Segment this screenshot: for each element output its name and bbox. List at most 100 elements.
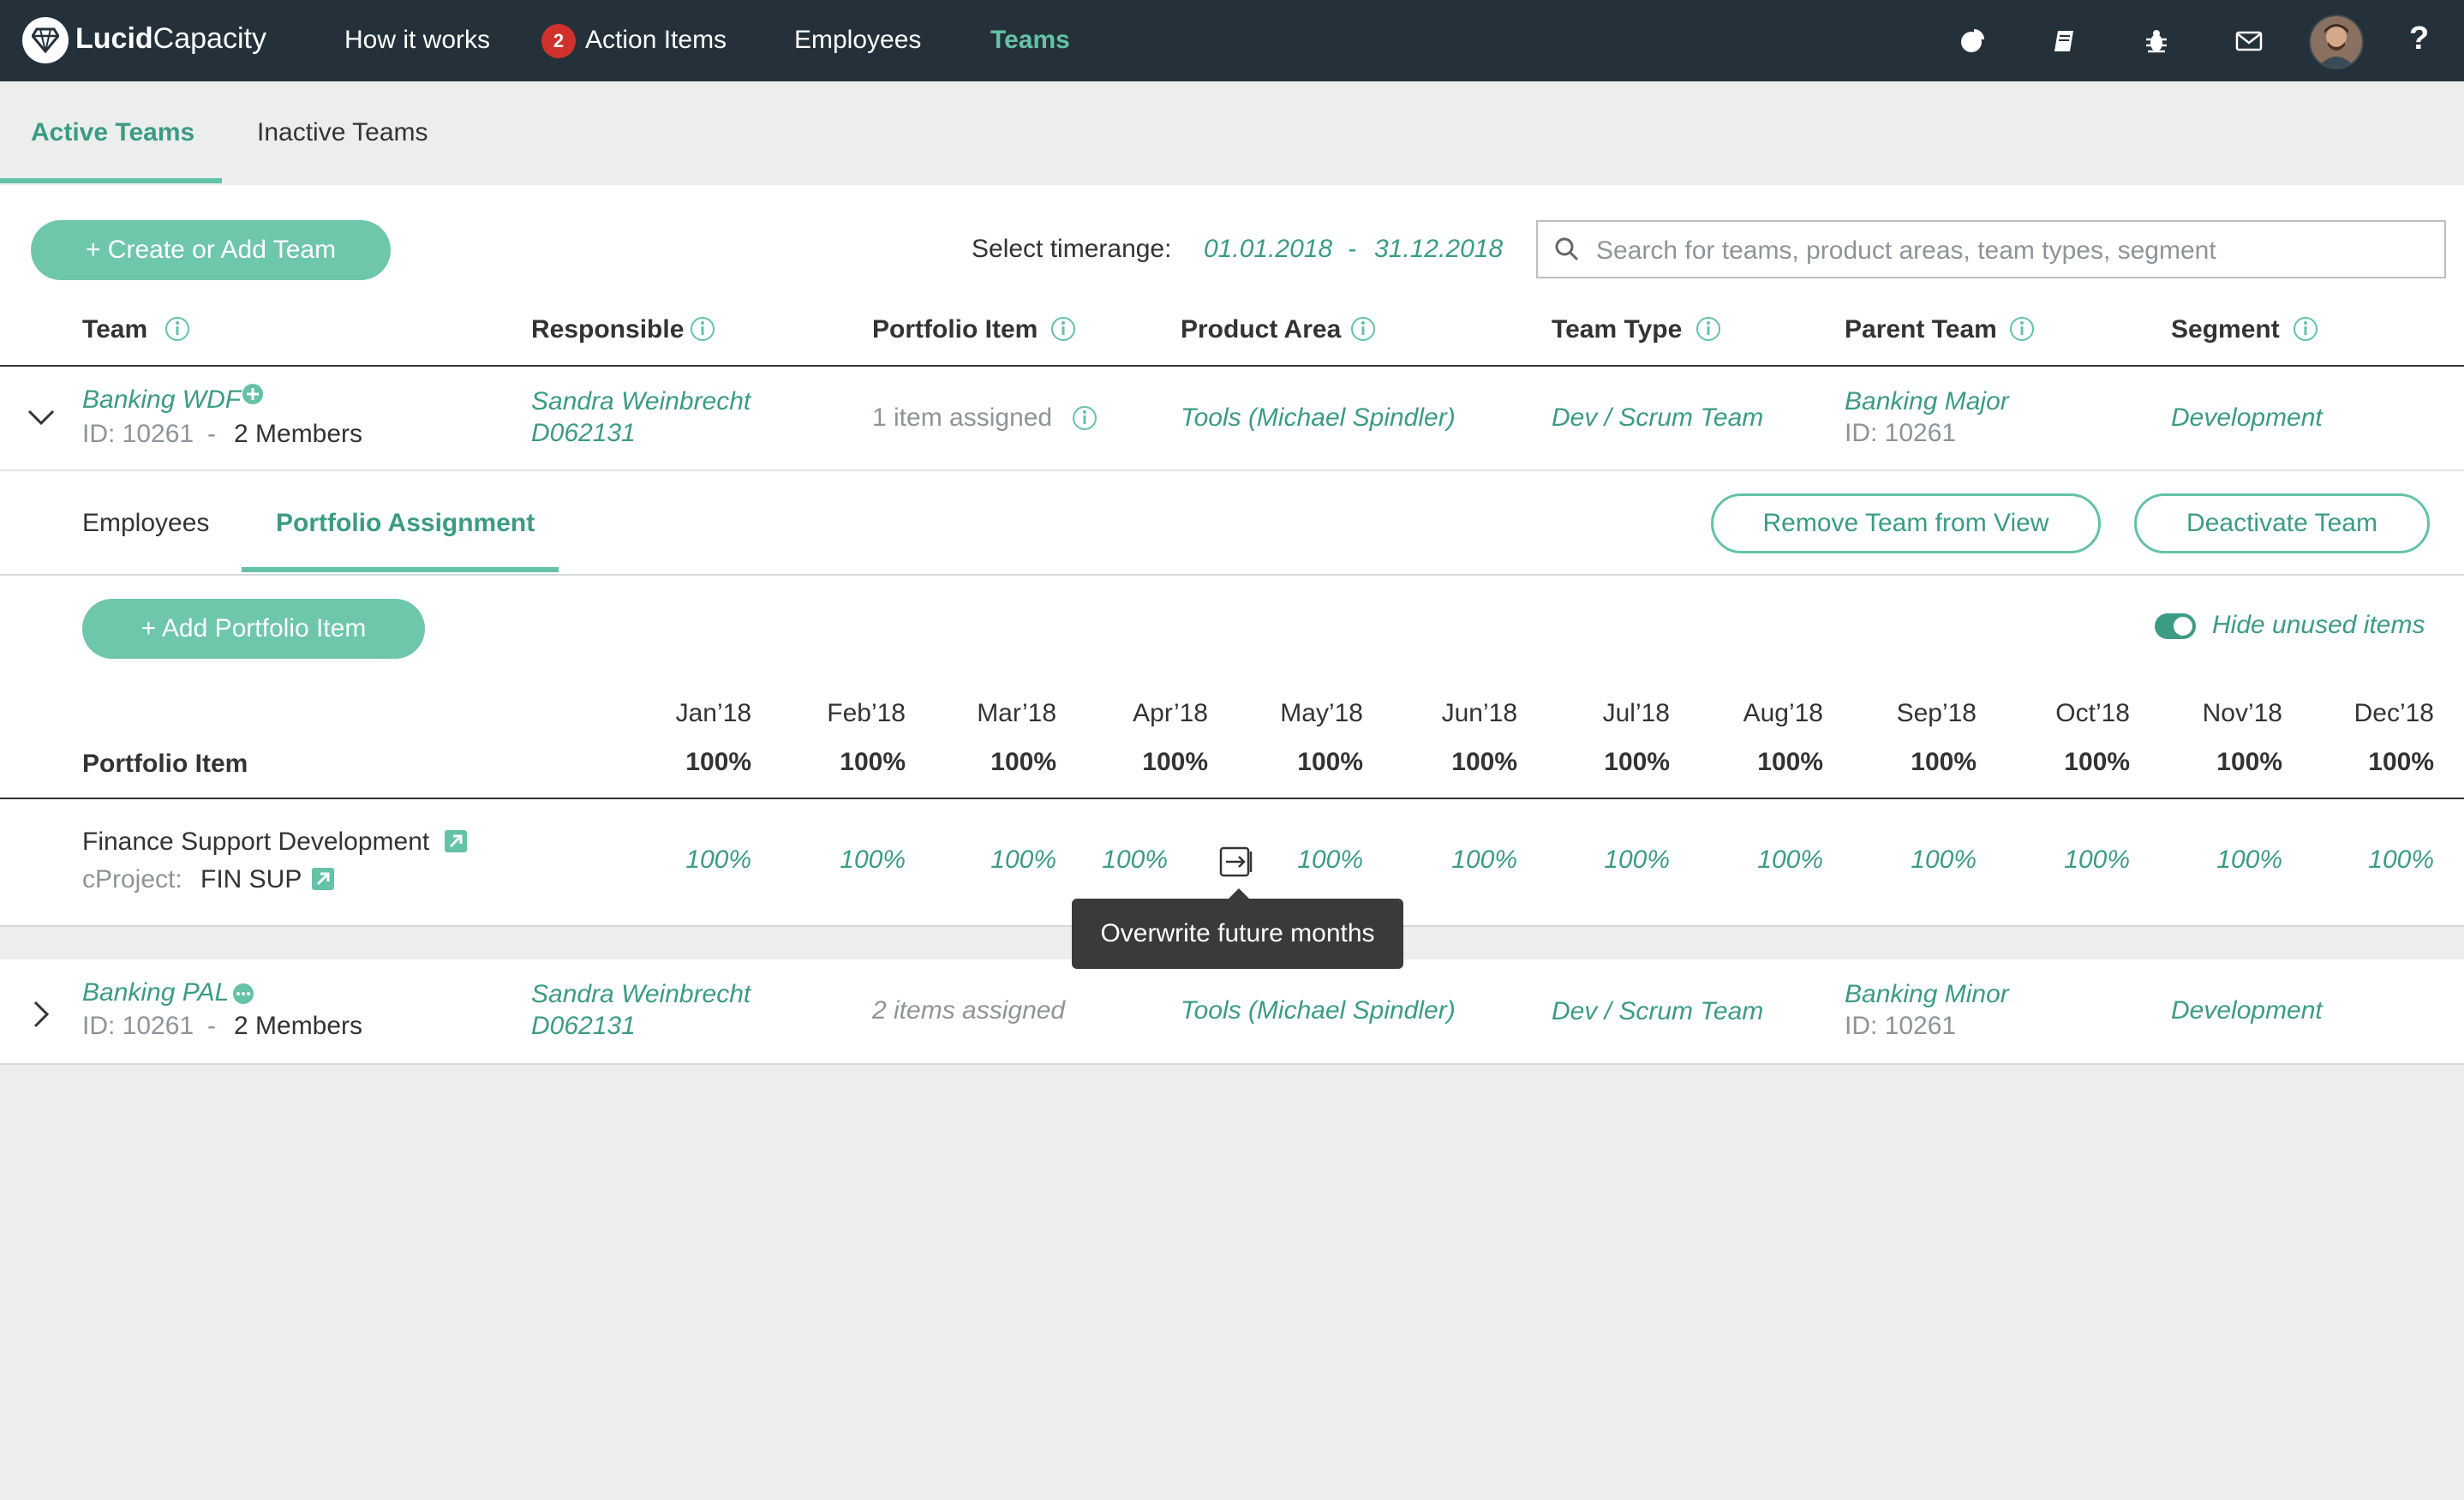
timerange-from[interactable]: 01.01.2018 bbox=[1204, 235, 1332, 264]
segment[interactable]: Development bbox=[2171, 403, 2323, 433]
info-icon[interactable] bbox=[164, 316, 190, 342]
search-input[interactable]: Search for teams, product areas, team ty… bbox=[1536, 220, 2446, 278]
month-total: 100% bbox=[1911, 748, 1977, 776]
team-type[interactable]: Dev / Scrum Team bbox=[1552, 997, 1763, 1026]
allocation-cell[interactable]: 100% bbox=[1252, 846, 1363, 875]
product-area[interactable]: Tools (Michael Spindler) bbox=[1181, 996, 1456, 1025]
month-total: 100% bbox=[1604, 748, 1670, 776]
tab-employees[interactable]: Employees bbox=[82, 509, 209, 538]
parent-team-id: ID: 10261 bbox=[1845, 1012, 1957, 1040]
overwrite-future-icon[interactable] bbox=[1218, 845, 1254, 879]
deactivate-team-button[interactable]: Deactivate Team bbox=[2134, 493, 2430, 553]
col-team[interactable]: Team bbox=[82, 315, 147, 344]
tab-inactive-teams[interactable]: Inactive Teams bbox=[257, 118, 428, 147]
allocation-cell[interactable]: 100% bbox=[1558, 846, 1670, 875]
help-icon[interactable]: ? bbox=[2409, 21, 2429, 57]
month-header: Sep’18 bbox=[1896, 699, 1977, 727]
create-team-button[interactable]: + Create or Add Team bbox=[31, 220, 391, 280]
nav-teams[interactable]: Teams bbox=[990, 26, 1070, 55]
month-header: Jul’18 bbox=[1602, 699, 1670, 727]
team-members: 2 Members bbox=[234, 1012, 363, 1040]
brand-name[interactable]: LucidCapacity bbox=[75, 22, 266, 56]
mail-icon[interactable] bbox=[2232, 24, 2266, 58]
month-total: 100% bbox=[2368, 748, 2434, 776]
allocation-cell[interactable]: 100% bbox=[1712, 846, 1823, 875]
team-name[interactable]: Banking PAL bbox=[82, 978, 229, 1007]
row-divider bbox=[0, 1063, 2464, 1065]
pie-chart-icon[interactable] bbox=[1955, 24, 1989, 58]
info-icon[interactable] bbox=[1050, 316, 1076, 342]
month-header: Aug’18 bbox=[1743, 699, 1823, 727]
tab-portfolio-assignment[interactable]: Portfolio Assignment bbox=[276, 509, 535, 538]
avatar[interactable] bbox=[2309, 15, 2364, 69]
col-segment[interactable]: Segment bbox=[2171, 315, 2280, 344]
allocation-cell[interactable]: 100% bbox=[2323, 846, 2434, 875]
team-members: 2 Members bbox=[234, 420, 363, 448]
remove-team-button[interactable]: Remove Team from View bbox=[1711, 493, 2101, 553]
responsible-name[interactable]: Sandra Weinbrecht bbox=[531, 980, 751, 1009]
info-icon[interactable] bbox=[1695, 316, 1721, 342]
tab-active-teams[interactable]: Active Teams bbox=[31, 118, 194, 147]
chevron-right-icon[interactable] bbox=[27, 997, 53, 1031]
portfolio-item-name[interactable]: Finance Support Development bbox=[82, 828, 429, 857]
cproject-value: FIN SUP bbox=[200, 865, 302, 893]
parent-team-name[interactable]: Banking Minor bbox=[1845, 980, 2009, 1009]
allocation-cell[interactable]: 100% bbox=[1865, 846, 1977, 875]
action-items-badge: 2 bbox=[541, 24, 576, 58]
month-total: 100% bbox=[1297, 748, 1363, 776]
detail-tab-indicator bbox=[242, 567, 559, 572]
allocation-cell[interactable]: 100% bbox=[1056, 846, 1168, 875]
external-link-icon[interactable] bbox=[311, 867, 335, 891]
info-icon[interactable] bbox=[690, 316, 715, 342]
col-parent-team[interactable]: Parent Team bbox=[1845, 315, 1997, 344]
month-total: 100% bbox=[1757, 748, 1823, 776]
logo-icon[interactable] bbox=[22, 17, 69, 63]
bug-icon[interactable] bbox=[2139, 24, 2174, 58]
allocation-cell[interactable]: 100% bbox=[1406, 846, 1517, 875]
segment[interactable]: Development bbox=[2171, 996, 2323, 1025]
external-link-icon[interactable] bbox=[444, 829, 468, 853]
month-header: Oct’18 bbox=[2055, 699, 2130, 727]
info-icon[interactable] bbox=[2293, 316, 2318, 342]
info-icon[interactable] bbox=[2009, 316, 2035, 342]
month-header: Jun’18 bbox=[1441, 699, 1517, 727]
add-icon[interactable] bbox=[241, 382, 265, 406]
col-team-type[interactable]: Team Type bbox=[1552, 315, 1682, 344]
month-total: 100% bbox=[685, 748, 751, 776]
hide-unused-label[interactable]: Hide unused items bbox=[2212, 611, 2425, 640]
col-portfolio-item[interactable]: Portfolio Item bbox=[872, 315, 1038, 344]
allocation-cell[interactable]: 100% bbox=[2018, 846, 2130, 875]
row-divider bbox=[0, 469, 2464, 471]
team-name[interactable]: Banking WDF bbox=[82, 385, 241, 415]
header-divider bbox=[0, 365, 2464, 367]
book-icon[interactable] bbox=[2048, 24, 2082, 58]
allocation-cell[interactable]: 100% bbox=[945, 846, 1056, 875]
chevron-down-icon[interactable] bbox=[24, 404, 58, 430]
cproject-label: cProject: bbox=[82, 865, 182, 893]
month-total: 100% bbox=[990, 748, 1056, 776]
add-portfolio-item-button[interactable]: + Add Portfolio Item bbox=[82, 599, 425, 659]
info-icon[interactable] bbox=[1350, 316, 1376, 342]
responsible-name[interactable]: Sandra Weinbrecht bbox=[531, 387, 751, 416]
nav-employees[interactable]: Employees bbox=[794, 26, 921, 55]
month-total: 100% bbox=[840, 748, 906, 776]
month-header: Jan’18 bbox=[675, 699, 751, 727]
nav-action-items[interactable]: Action Items bbox=[585, 26, 727, 55]
allocation-cell[interactable]: 100% bbox=[794, 846, 906, 875]
nav-how-it-works[interactable]: How it works bbox=[344, 26, 490, 55]
active-tab-indicator bbox=[0, 178, 222, 183]
info-icon[interactable] bbox=[1072, 405, 1097, 431]
comment-icon[interactable] bbox=[230, 983, 256, 1007]
allocation-cell[interactable]: 100% bbox=[2171, 846, 2282, 875]
allocation-cell[interactable]: 100% bbox=[640, 846, 751, 875]
col-responsible[interactable]: Responsible bbox=[531, 315, 684, 344]
hide-unused-toggle[interactable] bbox=[2155, 613, 2196, 639]
parent-team-name[interactable]: Banking Major bbox=[1845, 387, 2009, 416]
timerange-to[interactable]: 31.12.2018 bbox=[1374, 235, 1503, 264]
team-type[interactable]: Dev / Scrum Team bbox=[1552, 403, 1763, 433]
col-product-area[interactable]: Product Area bbox=[1181, 315, 1341, 344]
team-id: ID: 10261 bbox=[82, 1012, 194, 1040]
product-area[interactable]: Tools (Michael Spindler) bbox=[1181, 403, 1456, 433]
portfolio-count: 2 items assigned bbox=[872, 996, 1066, 1025]
responsible-id: D062131 bbox=[531, 1012, 636, 1040]
